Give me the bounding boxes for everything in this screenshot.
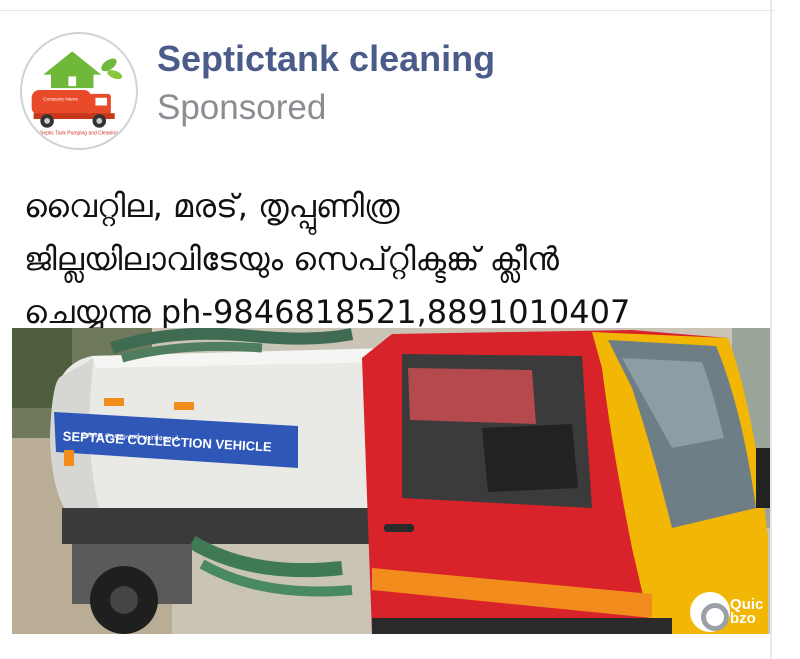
sponsored-label[interactable]: Sponsored xyxy=(157,88,326,128)
logo-tagline: Septic Tank Pumping and Cleaning xyxy=(40,130,118,136)
page-name-link[interactable]: Septictank cleaning xyxy=(157,38,495,80)
post-photo[interactable]: SEPTAGE COLLECTION VEHICLE കേരള പൊലൂഷൻ ക… xyxy=(12,328,770,634)
top-divider xyxy=(0,10,775,11)
post-text-line: ജില്ലയിലാവിടേയും സെപ്റ്റിക്ടങ്ക് ക്ലീൻ xyxy=(24,240,559,278)
septic-truck-photo: SEPTAGE COLLECTION VEHICLE കേരള പൊലൂഷൻ ക… xyxy=(12,328,770,634)
post-text-line: വൈറ്റില, മരട്, തൃപ്പുണിത്ര xyxy=(24,187,400,225)
post-header: Company Name Septic Tank Pumping and Cle… xyxy=(18,30,758,155)
post-text: വൈറ്റില, മരട്, തൃപ്പുണിത്ര ജില്ലയിലാവിടേ… xyxy=(24,180,764,339)
right-divider xyxy=(770,0,772,659)
logo-caption: Company Name xyxy=(43,97,78,103)
page-avatar[interactable]: Company Name Septic Tank Pumping and Cle… xyxy=(20,32,138,150)
company-logo-icon: Company Name Septic Tank Pumping and Cle… xyxy=(22,34,136,148)
